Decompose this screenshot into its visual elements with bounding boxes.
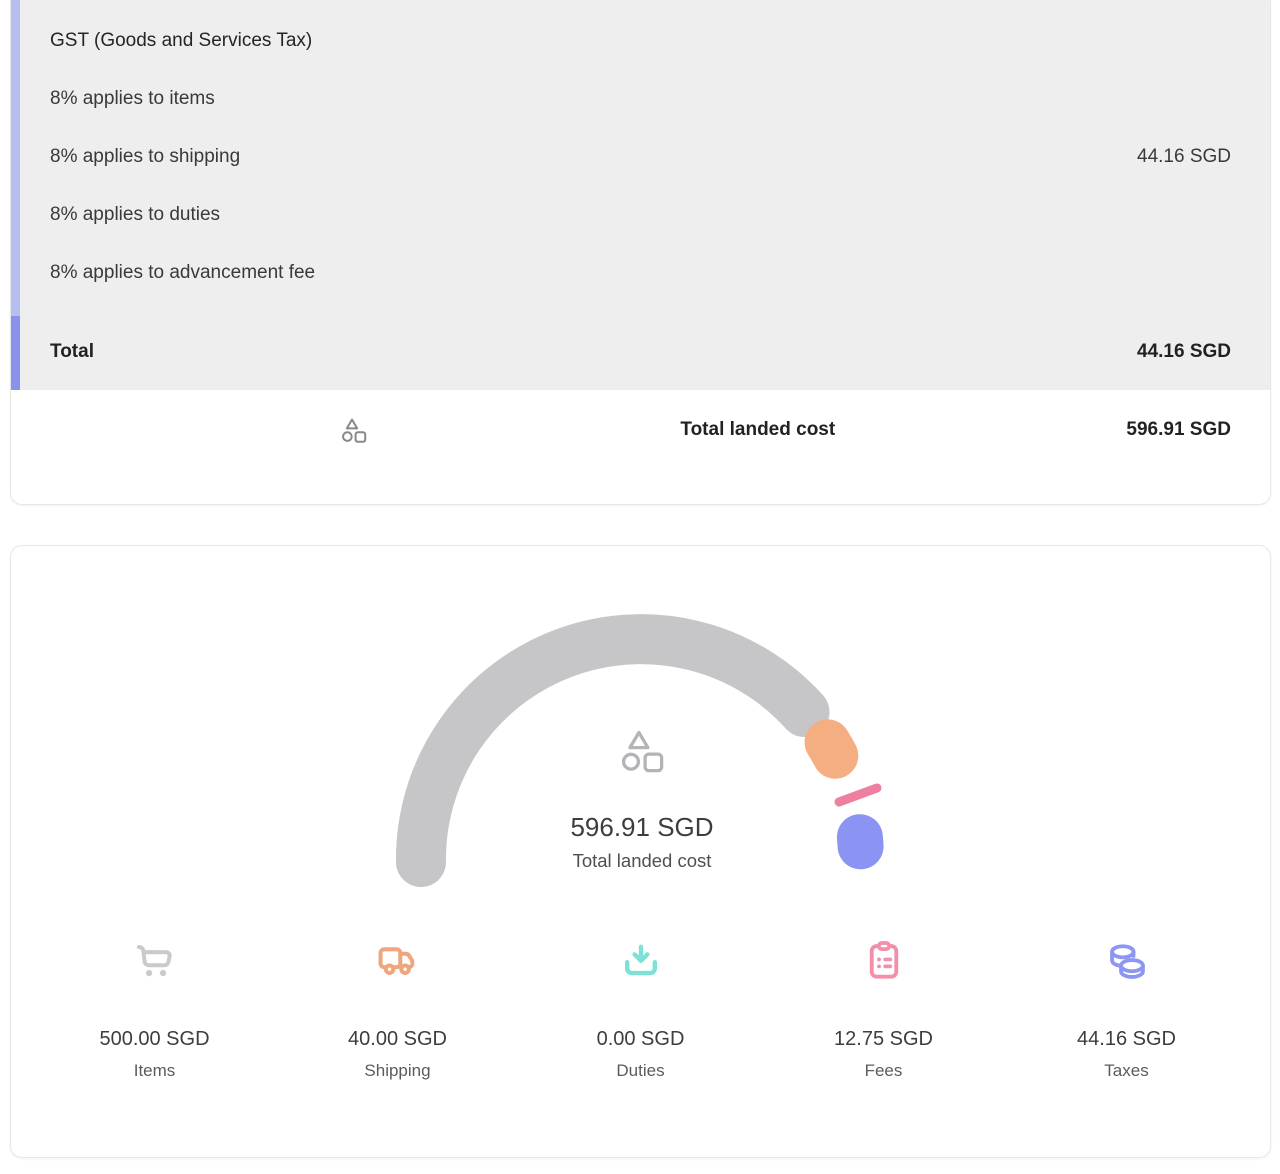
cost-gauge-card: 596.91 SGD Total landed cost 500.00 SGD …: [10, 545, 1271, 1158]
tax-line-label: 8% applies to items: [50, 86, 215, 112]
breakdown-value: 40.00 SGD: [276, 1026, 519, 1052]
breakdown-label: Items: [33, 1059, 276, 1083]
tax-line-label: 8% applies to shipping: [50, 144, 240, 170]
breakdown-fees: 12.75 SGD Fees: [762, 938, 1005, 1083]
breakdown-shipping: 40.00 SGD Shipping: [276, 938, 519, 1083]
total-landed-cost-value: 596.91 SGD: [1126, 417, 1231, 443]
breakdown-taxes: 44.16 SGD Taxes: [1005, 938, 1248, 1083]
landed-cost-gauge-chart: 596.91 SGD Total landed cost: [381, 591, 901, 901]
cart-icon: [132, 938, 178, 984]
gauge-segment-taxes: [859, 837, 860, 846]
clipboard-list-icon: [861, 938, 907, 984]
breakdown-value: 500.00 SGD: [33, 1026, 276, 1052]
tax-line-row: 8% applies to items: [50, 86, 1231, 112]
tax-line-row: 8% applies to shipping 44.16 SGD: [50, 144, 1231, 170]
tax-line-row: 8% applies to duties: [50, 202, 1231, 228]
tax-accordion-section[interactable]: GST (Goods and Services Tax) 8% applies …: [11, 0, 1270, 390]
landed-cost-icon: [341, 417, 367, 443]
breakdown-label: Duties: [519, 1059, 762, 1083]
landed-cost-summary-card: GST (Goods and Services Tax) 8% applies …: [10, 0, 1271, 505]
truck-icon: [375, 938, 421, 984]
gauge-center-value: 596.91 SGD: [570, 812, 713, 842]
tax-line-label: 8% applies to duties: [50, 202, 220, 228]
breakdown-value: 12.75 SGD: [762, 1026, 1005, 1052]
total-landed-cost-row[interactable]: Total landed cost 596.91 SGD: [11, 390, 1270, 443]
tax-line-row: 8% applies to advancement fee: [50, 260, 1231, 286]
download-icon: [618, 938, 664, 984]
gauge-segment-fees: [839, 788, 877, 802]
tax-total-value: 44.16 SGD: [1137, 339, 1231, 365]
breakdown-label: Fees: [762, 1059, 1005, 1083]
breakdown-label: Shipping: [276, 1059, 519, 1083]
gauge-segment-shipping: [827, 742, 835, 755]
tax-total-label: Total: [50, 339, 94, 365]
tax-line-value: 44.16 SGD: [1137, 144, 1231, 170]
accent-stripe-light: [11, 0, 20, 316]
gauge-center-label: Total landed cost: [572, 850, 711, 871]
tax-section-title: GST (Goods and Services Tax): [50, 0, 1231, 54]
coins-icon: [1104, 938, 1150, 984]
total-landed-cost-label: Total landed cost: [680, 417, 835, 443]
accent-stripe-dark: [11, 316, 20, 390]
breakdown-duties: 0.00 SGD Duties: [519, 938, 762, 1083]
breakdown-value: 44.16 SGD: [1005, 1026, 1248, 1052]
breakdown-value: 0.00 SGD: [519, 1026, 762, 1052]
cost-breakdown-legend: 500.00 SGD Items 40.00 SGD Shipping: [33, 938, 1248, 1083]
breakdown-label: Taxes: [1005, 1059, 1248, 1083]
tax-total-row: Total 44.16 SGD: [50, 339, 1231, 365]
landed-cost-icon: [623, 732, 661, 770]
breakdown-items: 500.00 SGD Items: [33, 938, 276, 1083]
tax-line-label: 8% applies to advancement fee: [50, 260, 315, 286]
